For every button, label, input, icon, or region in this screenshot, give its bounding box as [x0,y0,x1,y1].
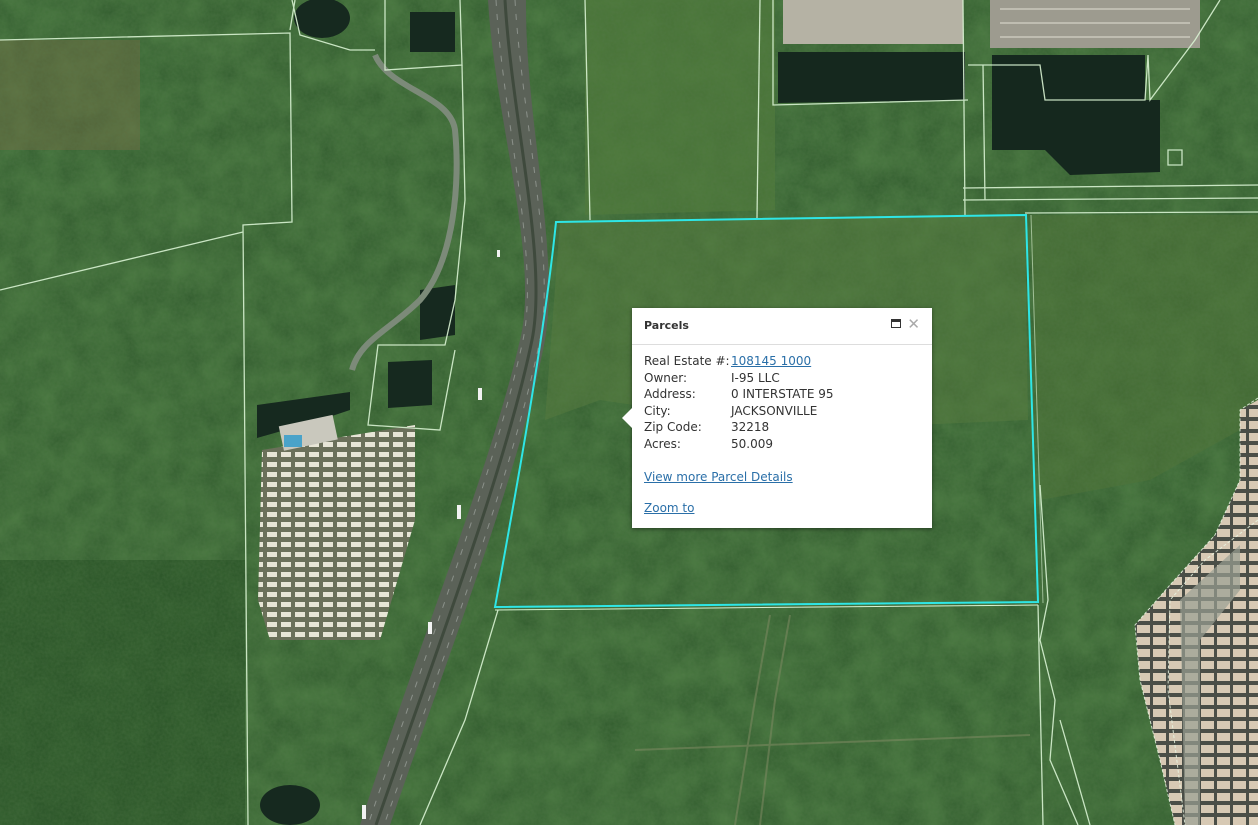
real-estate-number-link[interactable]: 108145 1000 [731,353,834,370]
attribute-value: JACKSONVILLE [731,403,818,418]
attribute-row: Zip Code: 32218 [644,419,834,436]
attribute-row: Acres: 50.009 [644,436,834,453]
attribute-label: Address: [644,387,696,402]
parcel-info-popup: Parcels ✕ Real Estate #: 108145 1000 Owner… [622,308,932,528]
attribute-row: City: JACKSONVILLE [644,403,834,420]
attribute-table: Real Estate #: 108145 1000 Owner: I-95 LLC A… [644,353,834,453]
attribute-value: I-95 LLC [731,370,780,385]
attribute-value: 32218 [731,420,770,435]
parking-lot-1 [783,0,963,44]
popup-pointer [622,408,632,428]
pond-6 [260,785,320,825]
popup-header: Parcels ✕ [632,308,932,345]
attribute-label: Zip Code: [644,420,702,435]
pond-north-center [778,52,965,103]
attribute-label: Real Estate #: [644,354,730,368]
popup-body: Real Estate #: 108145 1000 Owner: I-95 LLC A… [632,345,932,515]
map-view[interactable]: Parcels ✕ Real Estate #: 108145 1000 Owner… [0,0,1258,825]
zoom-to-link[interactable]: Zoom to [644,501,920,515]
attribute-label: City: [644,403,671,418]
attribute-row: Address: 0 INTERSTATE 95 [644,386,834,403]
popup-title: Parcels [644,319,689,332]
attribute-row: Owner: I-95 LLC [644,370,834,387]
pond-2 [410,12,455,52]
close-icon[interactable]: ✕ [907,315,920,333]
attribute-label: Acres: [644,436,681,451]
attribute-row: Real Estate #: 108145 1000 [644,353,834,370]
attribute-value: 50.009 [731,436,773,451]
pond-4 [388,360,432,408]
attribute-value: 0 INTERSTATE 95 [731,387,834,402]
view-more-details-link[interactable]: View more Parcel Details [644,470,920,484]
maximize-icon[interactable] [891,319,901,328]
attribute-label: Owner: [644,370,688,385]
